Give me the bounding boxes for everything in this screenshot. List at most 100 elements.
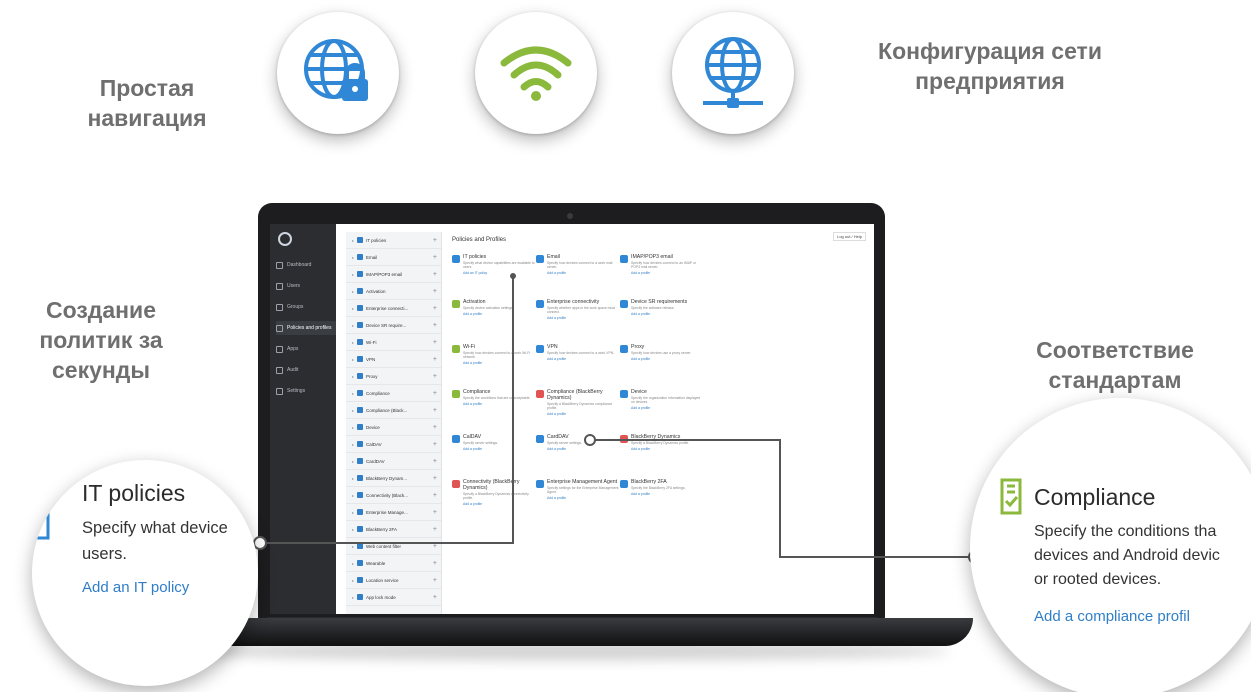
nav-item-label: Apps (287, 345, 299, 352)
add-icon[interactable]: + (433, 492, 437, 499)
category-item[interactable]: ▸ Location service + (346, 572, 441, 589)
category-item[interactable]: ▸ Device SR require... + (346, 317, 441, 334)
category-item[interactable]: ▸ BlackBerry Dynam... + (346, 470, 441, 487)
category-item[interactable]: ▸ IMAP/POP3 email + (346, 266, 441, 283)
category-item[interactable]: ▸ Wi-Fi + (346, 334, 441, 351)
add-icon[interactable]: + (433, 407, 437, 414)
expand-icon[interactable]: ▸ (352, 272, 354, 277)
nav-item[interactable]: Settings (276, 384, 336, 398)
policy-card-link[interactable]: Add a profile (631, 447, 689, 451)
policy-card-link[interactable]: Add an IT policy (463, 271, 536, 275)
add-icon[interactable]: + (433, 526, 437, 533)
add-icon[interactable]: + (433, 305, 437, 312)
expand-icon[interactable]: ▸ (352, 306, 354, 311)
expand-icon[interactable]: ▸ (352, 391, 354, 396)
policy-card-link[interactable]: Add a profile (631, 492, 685, 496)
expand-icon[interactable]: ▸ (352, 442, 354, 447)
add-compliance-profile-link[interactable]: Add a compliance profil (1034, 608, 1190, 625)
user-menu[interactable]: Log out / Help (833, 232, 866, 241)
category-item[interactable]: ▸ Compliance + (346, 385, 441, 402)
expand-icon[interactable]: ▸ (352, 561, 354, 566)
nav-item[interactable]: Apps (276, 342, 336, 356)
expand-icon[interactable]: ▸ (352, 374, 354, 379)
category-item[interactable]: ▸ Wearable + (346, 555, 441, 572)
expand-icon[interactable]: ▸ (352, 595, 354, 600)
add-icon[interactable]: + (433, 254, 437, 261)
category-item[interactable]: ▸ App lock mode + (346, 589, 441, 606)
expand-icon[interactable]: ▸ (352, 527, 354, 532)
nav-item[interactable]: Audit (276, 363, 336, 377)
category-item[interactable]: ▸ CalDAV + (346, 436, 441, 453)
policy-card: Enterprise connectivity Specify whether a… (536, 299, 620, 342)
policy-card-link[interactable]: Add a profile (547, 447, 582, 451)
category-item[interactable]: ▸ Proxy + (346, 368, 441, 385)
policy-card-title: Email (547, 254, 560, 260)
zoom-left-title: IT policies (82, 480, 186, 506)
add-icon[interactable]: + (433, 356, 437, 363)
add-icon[interactable]: + (433, 441, 437, 448)
nav-item[interactable]: Dashboard (276, 258, 336, 272)
policy-card-link[interactable]: Add a profile (547, 357, 614, 361)
policy-card-link[interactable]: Add a profile (547, 271, 620, 275)
expand-icon[interactable]: ▸ (352, 408, 354, 413)
expand-icon[interactable]: ▸ (352, 544, 354, 549)
category-item[interactable]: ▸ Email + (346, 249, 441, 266)
expand-icon[interactable]: ▸ (352, 425, 354, 430)
expand-icon[interactable]: ▸ (352, 323, 354, 328)
category-item[interactable]: ▸ Connectivity (Black... + (346, 487, 441, 504)
nav-item[interactable]: Users (276, 279, 336, 293)
policy-card-title: IMAP/POP3 email (631, 254, 673, 260)
add-icon[interactable]: + (433, 560, 437, 567)
policy-card-link[interactable]: Add a profile (631, 357, 691, 361)
expand-icon[interactable]: ▸ (352, 255, 354, 260)
policy-card-link[interactable]: Add a profile (547, 316, 620, 320)
category-item[interactable]: ▸ Activation + (346, 283, 441, 300)
category-item[interactable]: ▸ BlackBerry 2FA + (346, 521, 441, 538)
add-icon[interactable]: + (433, 577, 437, 584)
expand-icon[interactable]: ▸ (352, 357, 354, 362)
policy-card-link[interactable]: Add a profile (547, 496, 620, 500)
policy-card-link[interactable]: Add a profile (463, 312, 514, 316)
add-it-policy-link[interactable]: Add an IT policy (82, 579, 189, 596)
expand-icon[interactable]: ▸ (352, 289, 354, 294)
expand-icon[interactable]: ▸ (352, 476, 354, 481)
add-icon[interactable]: + (433, 288, 437, 295)
add-icon[interactable]: + (433, 424, 437, 431)
category-item[interactable]: ▸ Device + (346, 419, 441, 436)
expand-icon[interactable]: ▸ (352, 510, 354, 515)
add-icon[interactable]: + (433, 543, 437, 550)
category-label: Proxy (366, 373, 378, 379)
add-icon[interactable]: + (433, 339, 437, 346)
policy-card-link[interactable]: Add a profile (631, 406, 704, 410)
add-icon[interactable]: + (433, 373, 437, 380)
policy-card-link[interactable]: Add a profile (631, 312, 687, 316)
category-item[interactable]: ▸ Enterprise connecti... + (346, 300, 441, 317)
expand-icon[interactable]: ▸ (352, 493, 354, 498)
add-icon[interactable]: + (433, 509, 437, 516)
policy-card-link[interactable]: Add a profile (631, 271, 704, 275)
policy-card-link[interactable]: Add a profile (463, 361, 536, 365)
policy-card-link[interactable]: Add a profile (463, 402, 530, 406)
add-icon[interactable]: + (433, 458, 437, 465)
policy-card-link[interactable]: Add a profile (463, 447, 498, 451)
add-icon[interactable]: + (433, 594, 437, 601)
nav-item[interactable]: Groups (276, 300, 336, 314)
category-item[interactable]: ▸ VPN + (346, 351, 441, 368)
policy-card-link[interactable]: Add a profile (547, 412, 620, 416)
category-item[interactable]: ▸ CardDAV + (346, 453, 441, 470)
expand-icon[interactable]: ▸ (352, 459, 354, 464)
add-icon[interactable]: + (433, 237, 437, 244)
add-icon[interactable]: + (433, 390, 437, 397)
category-item[interactable]: ▸ Web content filter + (346, 538, 441, 555)
policy-card-link[interactable]: Add a profile (463, 502, 536, 506)
expand-icon[interactable]: ▸ (352, 340, 354, 345)
expand-icon[interactable]: ▸ (352, 238, 354, 243)
add-icon[interactable]: + (433, 322, 437, 329)
nav-item[interactable]: Policies and profiles (276, 321, 336, 335)
category-item[interactable]: ▸ Compliance (Black... + (346, 402, 441, 419)
category-item[interactable]: ▸ IT policies + (346, 232, 441, 249)
category-item[interactable]: ▸ Enterprise Manage... + (346, 504, 441, 521)
add-icon[interactable]: + (433, 475, 437, 482)
add-icon[interactable]: + (433, 271, 437, 278)
expand-icon[interactable]: ▸ (352, 578, 354, 583)
